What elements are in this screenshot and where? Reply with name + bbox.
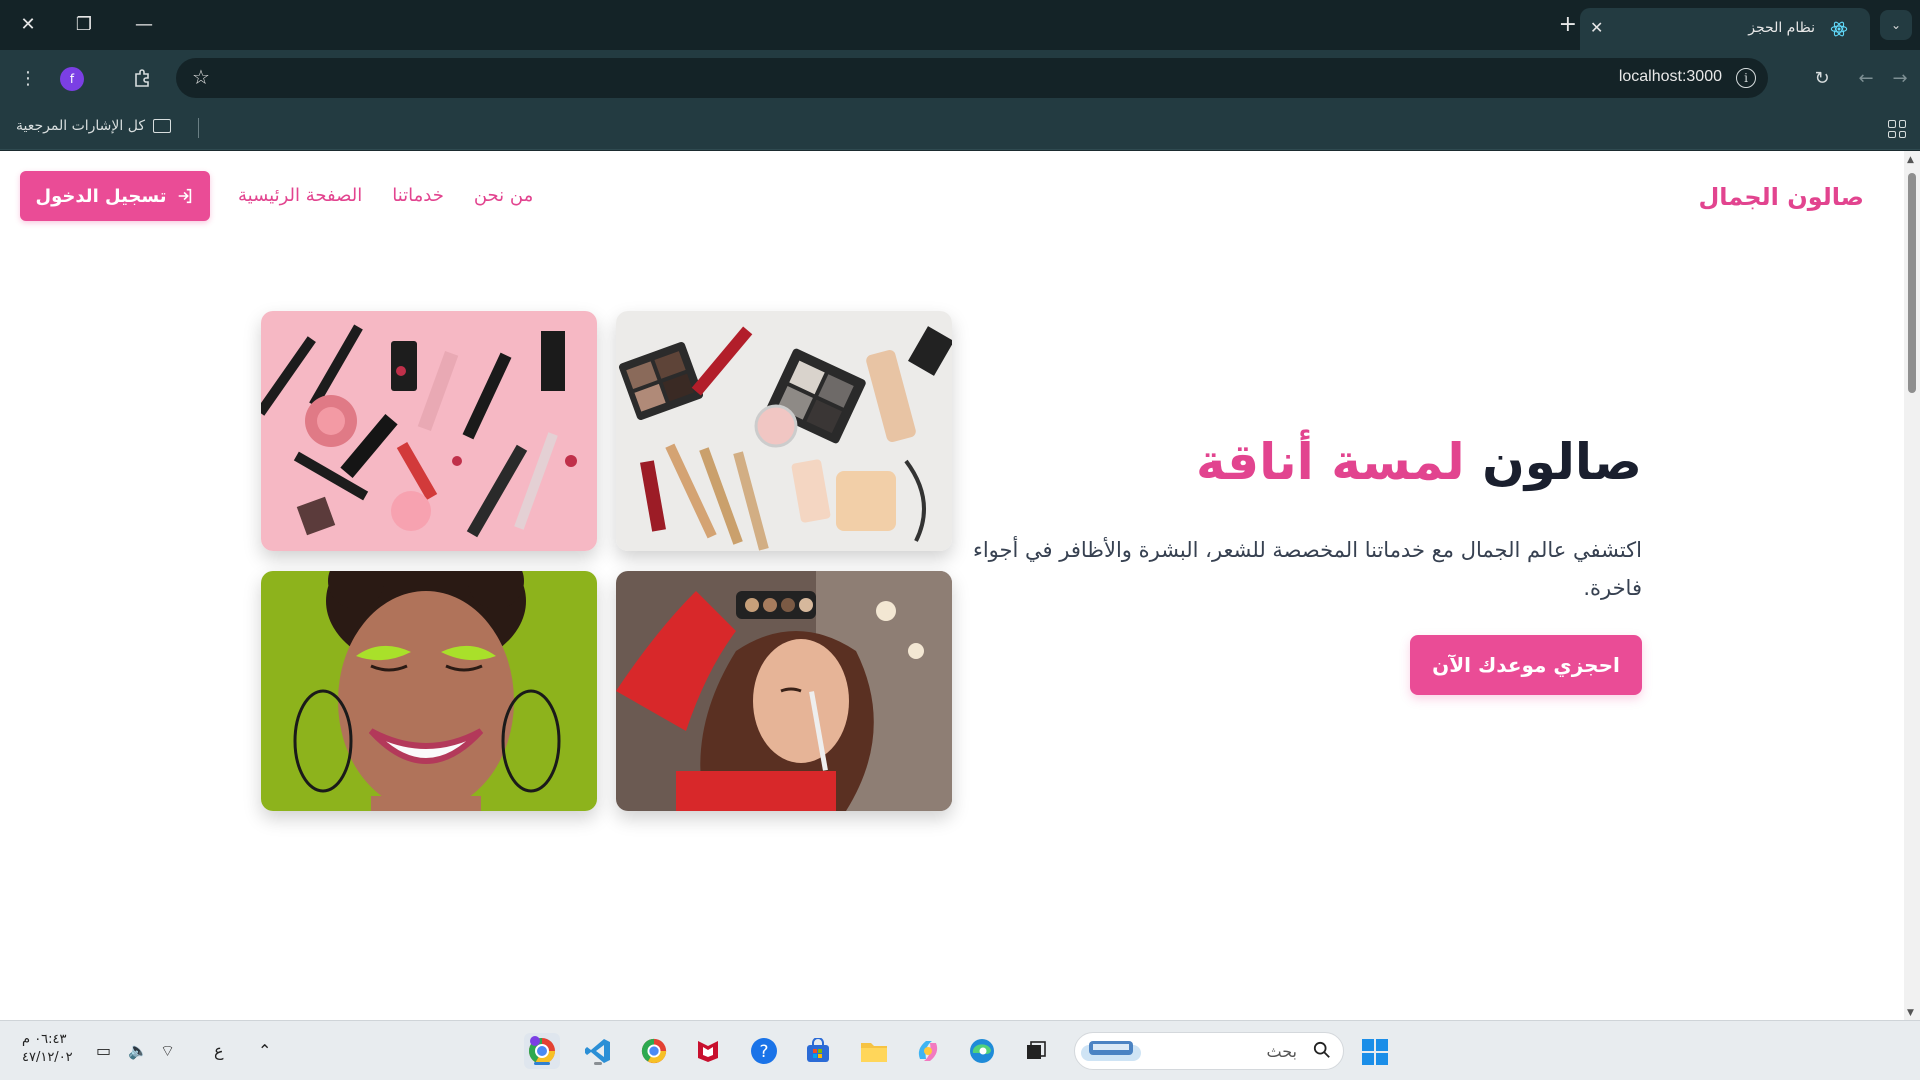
clock-date: ٤٧/١٢/٠٢	[22, 1050, 73, 1065]
vscode-app-icon[interactable]	[580, 1033, 616, 1069]
copilot-app-icon[interactable]	[910, 1033, 946, 1069]
folder-icon	[152, 119, 171, 133]
tab-search-menu-icon[interactable]: ⌄	[1880, 10, 1912, 40]
chrome-app-icon[interactable]	[636, 1033, 672, 1069]
search-placeholder: بحث	[1266, 1042, 1298, 1061]
active-indicator	[534, 1062, 550, 1065]
react-favicon-icon	[1830, 21, 1848, 37]
battery-icon[interactable]: ▭	[96, 1041, 111, 1060]
all-bookmarks-button[interactable]: كل الإشارات المرجعية	[16, 118, 171, 134]
hero-description: اكتشفي عالم الجمال مع خدماتنا المخصصة لل…	[972, 538, 1642, 600]
site-info-icon[interactable]: i	[1736, 68, 1756, 88]
image-makeup-flatlay-pink	[261, 311, 597, 551]
browser-tab[interactable]: ✕ نظام الحجز	[1580, 8, 1870, 50]
nav-home[interactable]: الصفحة الرئيسية	[238, 185, 362, 206]
bookmarks-bar: كل الإشارات المرجعية	[0, 106, 1920, 150]
hero-title-main: صالون	[1482, 433, 1642, 491]
login-button[interactable]: تسجيل الدخول	[20, 171, 210, 221]
svg-text:?: ?	[759, 1042, 768, 1062]
login-label: تسجيل الدخول	[35, 185, 167, 207]
mcafee-app-icon[interactable]	[690, 1033, 726, 1069]
scroll-up-icon[interactable]: ▲	[1907, 155, 1914, 165]
hero-title: صالون لمسة أناقة	[1196, 433, 1642, 491]
scrollbar-thumb[interactable]	[1908, 173, 1916, 393]
help-app-icon[interactable]: ?	[746, 1033, 782, 1069]
profile-avatar[interactable]: f	[60, 67, 84, 91]
hero-title-accent: لمسة أناقة	[1196, 433, 1465, 491]
image-makeup-flatlay-neutral	[616, 311, 952, 551]
image-woman-green-eyeshadow	[261, 571, 597, 811]
start-button[interactable]	[1362, 1039, 1388, 1065]
file-explorer-icon[interactable]	[856, 1033, 892, 1069]
tray-overflow-icon[interactable]: ⌃	[258, 1041, 271, 1060]
close-window-icon[interactable]: ✕	[8, 8, 48, 40]
browser-titlebar: ✕ ❐ — + ✕ نظام الحجز ⌄	[0, 0, 1920, 50]
bookmark-star-icon[interactable]: ☆	[192, 65, 210, 89]
url-text[interactable]: localhost:3000	[1619, 68, 1722, 86]
nav-about[interactable]: من نحن	[474, 185, 533, 206]
extensions-icon[interactable]	[128, 64, 156, 92]
open-indicator	[594, 1062, 602, 1065]
task-view-icon[interactable]	[1018, 1033, 1054, 1069]
tab-title: نظام الحجز	[1748, 20, 1815, 36]
back-icon[interactable]: ←	[1852, 64, 1880, 92]
search-highlight-icon	[1081, 1041, 1141, 1061]
taskbar: ٠٦:٤٣ م ٤٧/١٢/٠٢ ▭ 🔈 ⌔ ع ⌃ ? بحث	[0, 1020, 1920, 1080]
volume-icon[interactable]: 🔈	[128, 1041, 148, 1060]
image-makeup-artist-applying	[616, 571, 952, 811]
bookmarks-separator	[198, 118, 199, 138]
book-appointment-button[interactable]: احجزي موعدك الآن	[1410, 635, 1642, 695]
store-app-icon[interactable]	[800, 1033, 836, 1069]
minimize-window-icon[interactable]: —	[124, 8, 164, 40]
taskbar-search[interactable]: بحث	[1074, 1032, 1344, 1070]
input-language[interactable]: ع	[214, 1041, 224, 1060]
wifi-icon[interactable]: ⌔	[160, 1041, 175, 1061]
chrome-profile-app-icon[interactable]	[524, 1033, 560, 1069]
login-icon	[179, 188, 192, 204]
web-page: صالون الجمال الصفحة الرئيسية خدماتنا من …	[0, 151, 1904, 1020]
forward-icon[interactable]: →	[1886, 64, 1914, 92]
main-nav: الصفحة الرئيسية خدماتنا من نحن	[238, 185, 533, 206]
scroll-down-icon[interactable]: ▼	[1907, 1008, 1914, 1018]
clock-time: ٠٦:٤٣ م	[22, 1032, 67, 1047]
page-scrollbar[interactable]: ▲ ▼	[1904, 151, 1920, 1020]
edge-app-icon[interactable]	[964, 1033, 1000, 1069]
browser-menu-icon[interactable]: ⋮	[14, 64, 42, 92]
clock[interactable]: ٠٦:٤٣ م ٤٧/١٢/٠٢	[22, 1031, 73, 1067]
address-bar[interactable]: ☆ localhost:3000 i	[176, 58, 1768, 98]
apps-grid-icon[interactable]	[1888, 120, 1906, 138]
reload-icon[interactable]: ↻	[1808, 64, 1836, 92]
new-tab-button[interactable]: +	[1559, 12, 1577, 37]
nav-services[interactable]: خدماتنا	[392, 185, 444, 206]
restore-window-icon[interactable]: ❐	[64, 8, 104, 40]
tab-close-icon[interactable]: ✕	[1590, 18, 1603, 37]
browser-toolbar: ⋮ ☆ localhost:3000 i ↻ ← →	[0, 50, 1920, 106]
all-bookmarks-label: كل الإشارات المرجعية	[16, 118, 145, 134]
search-icon	[1313, 1041, 1330, 1058]
site-brand[interactable]: صالون الجمال	[1698, 183, 1864, 211]
